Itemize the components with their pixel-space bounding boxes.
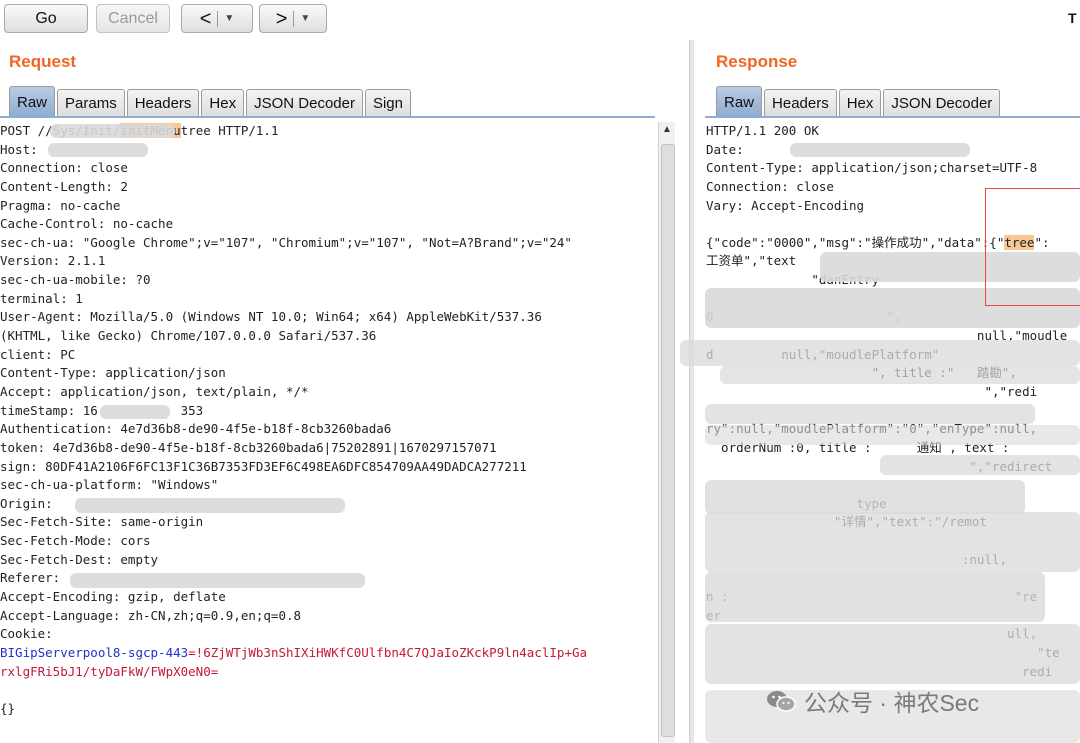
response-tab-hex[interactable]: Hex	[838, 89, 882, 117]
request-line: (KHTML, like Gecko) Chrome/107.0.0.0 Saf…	[0, 328, 377, 344]
response-line: ","redi	[706, 383, 1038, 399]
request-body: {}	[0, 700, 16, 716]
request-line: sec-ch-ua-platform: "Windows"	[0, 477, 219, 493]
request-line: User-Agent: Mozilla/5.0 (Windows NT 10.0…	[0, 309, 542, 325]
request-line: Authentication: 4e7d36b8-de90-4f5e-b18f-…	[0, 421, 392, 437]
redacted-host-path	[50, 124, 175, 138]
redacted-referer	[70, 573, 365, 588]
forward-dropdown-icon[interactable]: ▼	[300, 13, 310, 24]
request-tab-headers[interactable]: Headers	[126, 89, 200, 117]
request-tabs: Raw Params Headers Hex JSON Decoder Sign	[9, 86, 413, 117]
request-editor[interactable]: POST //Sys/Init/initMenutree HTTP/1.1Hos…	[0, 118, 656, 743]
response-line-text: {"code":"0000","msg":"操作成功","data":{"	[706, 234, 1005, 250]
request-scrollbar[interactable]: ▲	[658, 122, 675, 743]
forward-button[interactable]: > ▼	[259, 4, 327, 33]
request-line: Version: 2.1.1	[0, 253, 106, 269]
redacted-origin	[75, 498, 345, 513]
request-line: terminal: 1	[0, 290, 83, 306]
button-separator	[293, 10, 295, 27]
request-line: Connection: close	[0, 160, 128, 176]
back-arrow-icon: <	[199, 7, 212, 30]
request-line: sec-ch-ua: "Google Chrome";v="107", "Chr…	[0, 234, 572, 250]
request-line: client: PC	[0, 346, 76, 362]
request-line: Cache-Control: no-cache	[0, 216, 174, 232]
response-line: Content-Type: application/json;charset=U…	[706, 160, 1038, 176]
highlight-box	[985, 188, 1080, 306]
request-line-text: POST /	[0, 123, 46, 138]
request-line: Pragma: no-cache	[0, 197, 121, 213]
response-tab-raw[interactable]: Raw	[716, 86, 763, 117]
request-line: Accept-Language: zh-CN,zh;q=0.9,en;q=0.8	[0, 607, 302, 623]
redacted-json-block	[705, 572, 1045, 622]
response-title: Response	[716, 52, 798, 71]
request-line: Content-Length: 2	[0, 178, 128, 194]
redacted-timestamp	[100, 405, 170, 419]
watermark: 公众号 · 神农Sec	[766, 684, 979, 718]
request-line: timeStamp: 16 353	[0, 402, 204, 418]
wechat-icon	[766, 689, 796, 713]
cookie-name: BIGipServerpool8-sgcp-443	[0, 644, 189, 660]
redacted-date	[790, 143, 970, 157]
request-tab-json-decoder[interactable]: JSON Decoder	[246, 89, 363, 117]
request-tab-params[interactable]: Params	[57, 89, 125, 117]
redacted-json-block	[880, 455, 1080, 475]
request-line: Sec-Fetch-Dest: empty	[0, 551, 159, 567]
go-button[interactable]: Go	[4, 4, 88, 33]
cancel-button[interactable]: Cancel	[96, 4, 170, 33]
request-title: Request	[9, 52, 77, 71]
redacted-json-block	[705, 624, 1080, 684]
request-tab-sign[interactable]: Sign	[364, 89, 411, 117]
request-line-text: tree HTTP/1.1	[180, 123, 279, 138]
request-tab-raw[interactable]: Raw	[9, 86, 56, 117]
button-separator	[217, 10, 219, 27]
panel-divider[interactable]	[689, 40, 694, 743]
request-line: Sec-Fetch-Mode: cors	[0, 533, 151, 549]
response-tab-json-decoder[interactable]: JSON Decoder	[883, 89, 1001, 117]
redacted-host	[48, 143, 148, 157]
forward-arrow-icon: >	[275, 7, 288, 30]
redacted-json-block	[705, 425, 1080, 445]
redacted-json-block	[705, 404, 1035, 424]
response-tabs: Raw Headers Hex JSON Decoder	[716, 86, 1002, 117]
redacted-json-block	[705, 512, 1080, 572]
response-tab-headers[interactable]: Headers	[764, 89, 837, 117]
redacted-json-block	[705, 480, 1025, 514]
scroll-up-icon[interactable]: ▲	[659, 122, 675, 138]
request-line: Sec-Fetch-Site: same-origin	[0, 514, 204, 530]
back-button[interactable]: < ▼	[181, 4, 253, 33]
request-line: token: 4e7d36b8-de90-4f5e-b18f-8cb3260ba…	[0, 439, 497, 455]
request-line: Accept: application/json, text/plain, */…	[0, 383, 309, 399]
request-line: sec-ch-ua-mobile: ?0	[0, 272, 151, 288]
request-line: Cookie:	[0, 626, 61, 642]
cookie-line-2: rxlgFRi5bJ1/tyDaFkW/FWpX0eN0=	[0, 663, 219, 679]
redacted-json-block	[720, 366, 1080, 384]
request-line: Accept-Encoding: gzip, deflate	[0, 589, 226, 605]
watermark-text: 公众号 · 神农Sec	[804, 690, 980, 716]
request-line: sign: 80DF41A2106F6FC13F1C36B7353FD3EF6C…	[0, 458, 527, 474]
redacted-json-block	[680, 340, 1080, 366]
cookie-value: =!6ZjWTjWb3nShIXiHWKfC0Ulfbn4C7QJaIoZKck…	[188, 644, 588, 660]
request-line: Content-Type: application/json	[0, 365, 226, 381]
target-label: T	[1068, 10, 1077, 26]
response-line: HTTP/1.1 200 OK	[706, 123, 819, 138]
request-lines: POST //Sys/Init/initMenutree HTTP/1.1Hos…	[0, 122, 656, 644]
back-dropdown-icon[interactable]: ▼	[224, 13, 234, 24]
cookie-line-1: BIGipServerpool8-sgcp-443=!6ZjWTjWb3nShI…	[0, 644, 656, 663]
scrollbar-thumb[interactable]	[661, 144, 675, 737]
request-tab-hex[interactable]: Hex	[201, 89, 245, 117]
